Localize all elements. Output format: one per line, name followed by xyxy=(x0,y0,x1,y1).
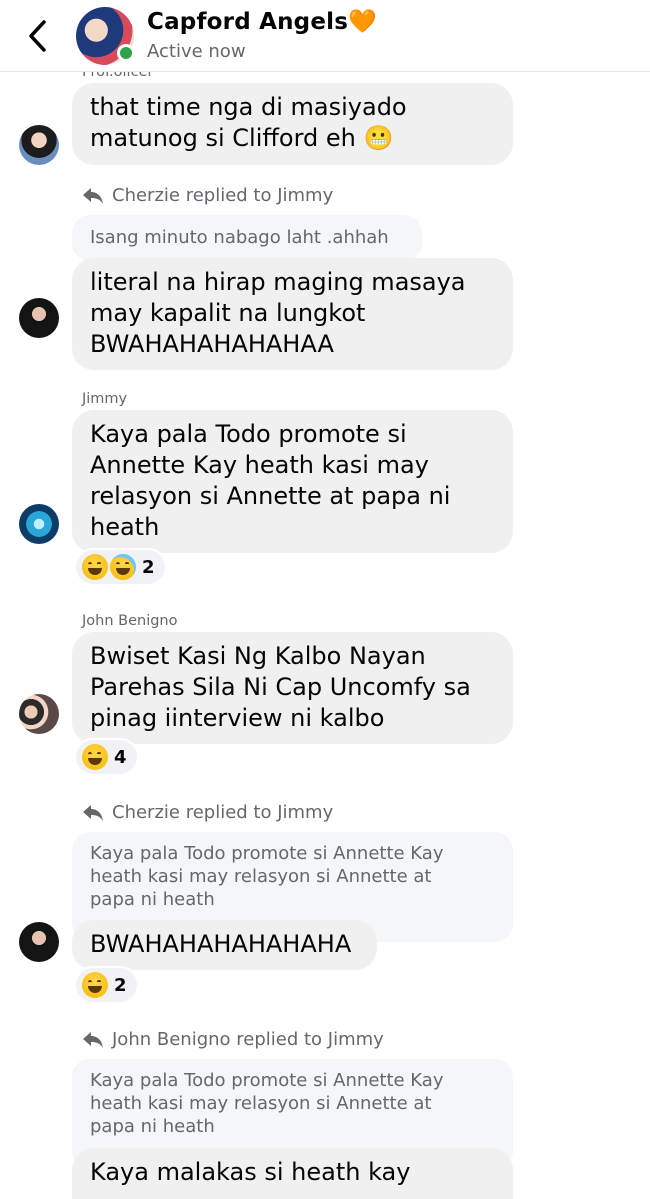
reply-icon xyxy=(83,1031,103,1048)
reply-indicator: John Benigno replied to Jimmy xyxy=(82,1029,384,1050)
message-line: Kaya malakas si heath kay xyxy=(90,1158,411,1186)
reaction-count: 2 xyxy=(142,556,155,578)
message-line: Bwiset Kasi Ng Kalbo Nayan xyxy=(90,642,426,670)
reaction-count: 4 xyxy=(114,746,127,768)
avatar[interactable] xyxy=(19,694,59,734)
reply-icon xyxy=(83,187,103,204)
reply-indicator: Cherzie replied to Jimmy xyxy=(82,185,333,206)
message-line: Annette Kay heath kasi may xyxy=(90,451,429,479)
back-button[interactable] xyxy=(22,16,52,56)
quote-line: papa ni heath xyxy=(90,889,215,910)
chat-title[interactable]: Capford Angels🧡 xyxy=(147,8,377,35)
message-bubble[interactable]: literal na hirap maging masaya may kapal… xyxy=(72,258,513,370)
reaction-badge[interactable]: 4 xyxy=(74,738,139,776)
chevron-left-icon xyxy=(29,20,46,52)
reply-label: Cherzie replied to Jimmy xyxy=(112,185,334,206)
reaction-badge[interactable]: 2 xyxy=(74,548,167,586)
quote-line: heath kasi may relasyon si Annette at xyxy=(90,1093,432,1114)
message-line: that time nga di masiyado xyxy=(90,93,407,121)
sender-name: Jimmy xyxy=(82,391,128,407)
message-line: pinag iinterview ni kalbo xyxy=(90,704,385,732)
reaction-count: 2 xyxy=(114,974,127,996)
avatar[interactable] xyxy=(19,125,59,165)
message-line: heath xyxy=(90,513,160,541)
quote-line: Kaya pala Todo promote si Annette Kay xyxy=(90,1070,444,1091)
online-status-dot xyxy=(117,44,135,62)
message-bubble[interactable]: Kaya pala Todo promote si Annette Kay he… xyxy=(72,410,513,553)
reply-label: Cherzie replied to Jimmy xyxy=(112,802,334,823)
message-line: Kaya pala Todo promote si xyxy=(90,420,407,448)
message-line: matunog si Clifford eh 😬 xyxy=(90,124,394,152)
sender-name: John Benigno xyxy=(82,613,178,629)
reply-icon xyxy=(83,804,103,821)
laughing-emoji-icon xyxy=(82,972,108,998)
quote-line: heath kasi may relasyon si Annette at xyxy=(90,866,432,887)
laughing-emoji-icon xyxy=(82,744,108,770)
message-line: BWAHAHAHAHAHAHA xyxy=(90,930,352,958)
message-line: literal na hirap maging masaya xyxy=(90,268,466,296)
quote-line: Kaya pala Todo promote si Annette Kay xyxy=(90,843,444,864)
message-line: may kapalit na lungkot xyxy=(90,299,366,327)
message-bubble[interactable]: Bwiset Kasi Ng Kalbo Nayan Parehas Sila … xyxy=(72,632,513,744)
quoted-message[interactable]: Isang minuto nabago laht .ahhah xyxy=(72,215,422,261)
reply-indicator: Cherzie replied to Jimmy xyxy=(82,802,333,823)
message-line: BWAHAHAHAHAHAA xyxy=(90,330,334,358)
message-list[interactable]: Prof.olicer that time nga di masiyado ma… xyxy=(0,0,650,1199)
message-bubble[interactable]: BWAHAHAHAHAHAHA xyxy=(72,920,377,970)
message-bubble[interactable]: Kaya malakas si heath kay xyxy=(72,1148,513,1199)
reaction-badge[interactable]: 2 xyxy=(74,966,139,1004)
laughing-emoji-icon xyxy=(82,554,108,580)
reply-label: John Benigno replied to Jimmy xyxy=(112,1029,384,1050)
chat-header: Capford Angels🧡 Active now xyxy=(0,0,650,72)
message-bubble[interactable]: that time nga di masiyado matunog si Cli… xyxy=(72,83,513,165)
message-line: Parehas Sila Ni Cap Uncomfy sa xyxy=(90,673,471,701)
avatar[interactable] xyxy=(19,298,59,338)
avatar[interactable] xyxy=(19,504,59,544)
quote-line: papa ni heath xyxy=(90,1116,215,1137)
tears-of-joy-emoji-icon xyxy=(110,554,136,580)
active-status: Active now xyxy=(147,41,246,62)
message-line: relasyon si Annette at papa ni xyxy=(90,482,451,510)
avatar[interactable] xyxy=(19,922,59,962)
